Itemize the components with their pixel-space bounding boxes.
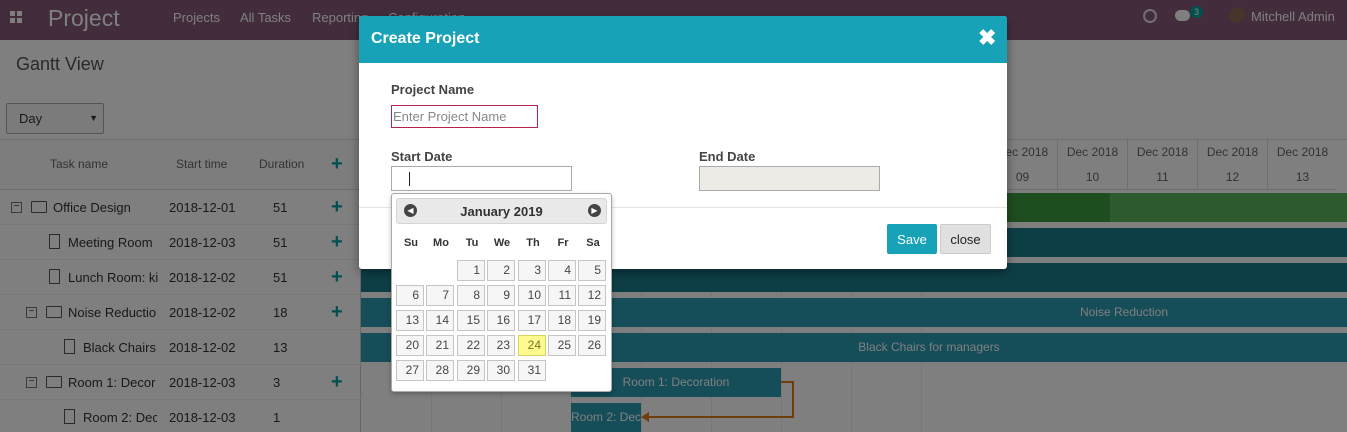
weekday-header: Tu	[465, 237, 479, 249]
calendar-day[interactable]: 14	[426, 310, 454, 331]
calendar-day[interactable]: 9	[487, 285, 515, 306]
calendar-day[interactable]: 30	[487, 360, 515, 381]
calendar-day[interactable]: 16	[487, 310, 515, 331]
project-name-input[interactable]	[391, 105, 538, 128]
weekday-header: Sa	[586, 237, 600, 249]
dialog-title: Create Project	[371, 30, 480, 47]
calendar-day[interactable]: 31	[518, 360, 546, 381]
calendar-day[interactable]: 7	[426, 285, 454, 306]
end-date-input[interactable]	[699, 166, 880, 191]
calendar-day[interactable]: 10	[518, 285, 546, 306]
end-date-label: End Date	[699, 149, 756, 164]
next-month-icon[interactable]: ▶	[588, 204, 601, 217]
calendar-day[interactable]: 13	[396, 310, 424, 331]
calendar-day[interactable]: 20	[396, 335, 424, 356]
calendar-day[interactable]: 23	[487, 335, 515, 356]
calendar-day[interactable]: 11	[548, 285, 576, 306]
close-icon[interactable]: ✖	[978, 27, 996, 49]
start-date-label: Start Date	[391, 149, 453, 164]
datepicker-month-title: January 2019	[460, 204, 543, 219]
calendar-day[interactable]: 26	[578, 335, 606, 356]
weekday-header: Fr	[557, 237, 569, 249]
calendar-day[interactable]: 28	[426, 360, 454, 381]
calendar-day[interactable]: 29	[457, 360, 485, 381]
calendar-day[interactable]: 25	[548, 335, 576, 356]
calendar-day[interactable]: 17	[518, 310, 546, 331]
project-name-label: Project Name	[391, 82, 475, 97]
close-button[interactable]: close	[940, 224, 991, 254]
weekday-header: Th	[526, 237, 540, 249]
calendar-day-today[interactable]: 24	[518, 335, 546, 356]
weekday-header: Su	[403, 237, 419, 249]
weekday-header: Mo	[433, 237, 449, 249]
dialog-header: Create Project ✖	[359, 16, 1007, 63]
calendar-day[interactable]: 18	[548, 310, 576, 331]
calendar-day[interactable]: 5	[578, 260, 606, 281]
calendar-day[interactable]: 8	[457, 285, 485, 306]
datepicker-header: ◀ January 2019 ▶	[396, 198, 607, 224]
calendar-day[interactable]: 19	[578, 310, 606, 331]
calendar-day[interactable]: 2	[487, 260, 515, 281]
calendar-day[interactable]: 6	[396, 285, 424, 306]
save-button[interactable]: Save	[887, 224, 937, 254]
calendar-day[interactable]: 27	[396, 360, 424, 381]
calendar-day[interactable]: 15	[457, 310, 485, 331]
calendar-day[interactable]: 21	[426, 335, 454, 356]
datepicker-calendar: ◀ January 2019 ▶ Su Mo Tu We Th Fr Sa 1 2 3 4 5 6 7 8 9…	[391, 193, 612, 392]
calendar-day[interactable]: 1	[457, 260, 485, 281]
text-cursor	[409, 172, 410, 186]
calendar-day[interactable]: 12	[578, 285, 606, 306]
calendar-day[interactable]: 4	[548, 260, 576, 281]
calendar-day[interactable]: 3	[518, 260, 546, 281]
weekday-header: We	[493, 237, 511, 249]
start-date-input[interactable]	[391, 166, 572, 191]
calendar-day[interactable]: 22	[457, 335, 485, 356]
